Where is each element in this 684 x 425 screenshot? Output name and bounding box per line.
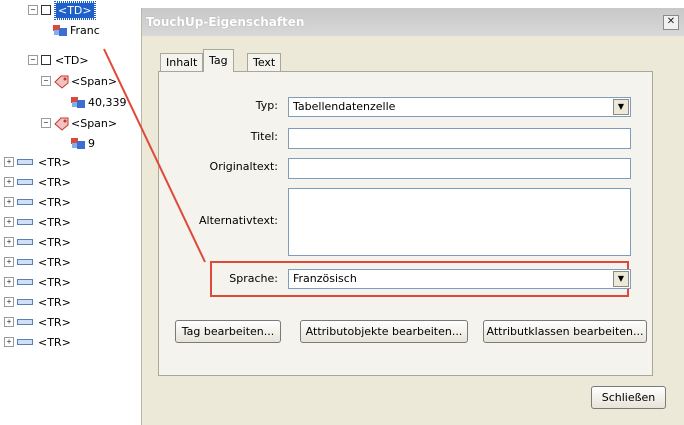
tab-tag[interactable]: Tag	[203, 49, 234, 72]
annotation-connector-line	[103, 48, 206, 263]
